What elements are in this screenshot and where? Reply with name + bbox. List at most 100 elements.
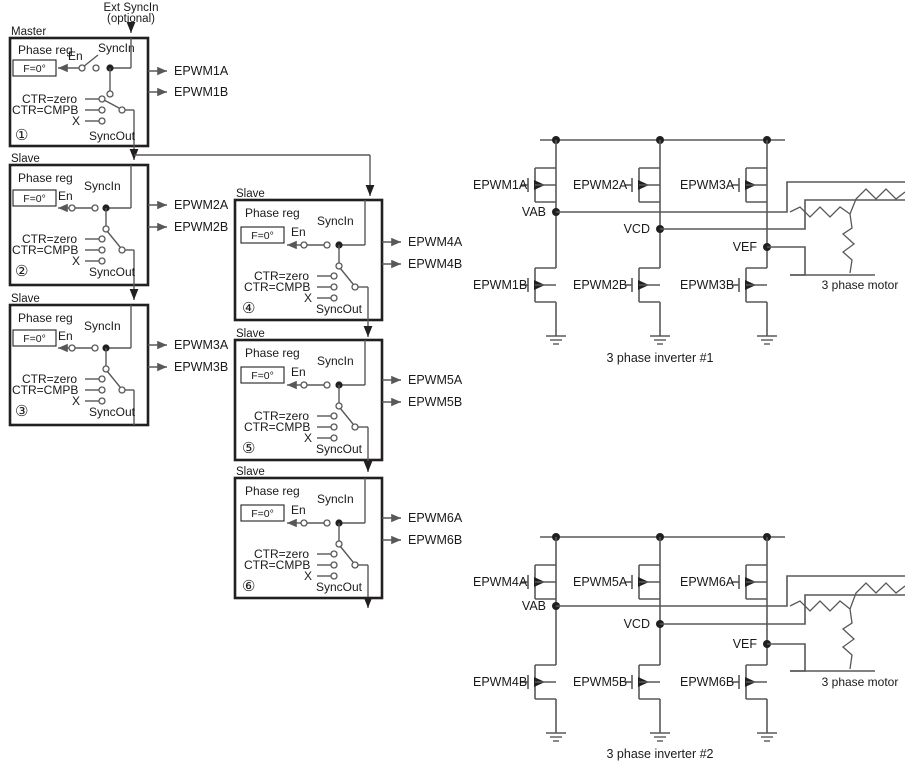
module-5-output-b-label: EPWM5B: [408, 395, 462, 409]
module-5-x-contact: [330, 434, 338, 442]
module-5-ctr-cmpb-contact: [330, 423, 338, 431]
inverter-1-ls-label-a: EPWM1B: [473, 278, 527, 292]
module-6-ctr-cmpb-contact: [330, 561, 338, 569]
module-1-syncout-selector-pole: [118, 106, 126, 114]
inverter-1-ls-label-c: EPWM3B: [680, 278, 734, 292]
diagram-svg: Ext SyncIn (optional) Master Phase reg F…: [8, 2, 905, 761]
inverter-1-node-label-vef: VEF: [733, 240, 758, 254]
module-4-ctr-zero-contact: [330, 272, 338, 280]
module-5-phase-value: F=0°: [251, 370, 274, 382]
inverter-1-ls-label-b: EPWM2B: [573, 278, 627, 292]
module-3-output-a-label: EPWM3A: [174, 338, 229, 352]
module-1-en-switch-pivot: [78, 64, 86, 72]
motor-2-winding-c: [841, 608, 856, 670]
module-5-output-a-label: EPWM5A: [408, 373, 463, 387]
module-6-x-label: X: [304, 569, 312, 583]
module-4-phase-value: F=0°: [251, 230, 274, 242]
module-5-node-drop-contact: [335, 402, 343, 410]
module-1-ctr-cmpb-contact: [98, 106, 106, 114]
module-3-x-contact: [98, 397, 106, 405]
module-3-syncin-label: SyncIn: [84, 319, 121, 333]
module-1-node-drop-contact: [106, 90, 114, 98]
module-3-syncout-selector-pole: [118, 386, 126, 394]
module-4-ctr-cmpb-label: CTR=CMPB: [244, 280, 310, 294]
module-6-ctr-cmpb-label: CTR=CMPB: [244, 558, 310, 572]
inverter-1-phase-c-lead: [767, 246, 806, 276]
inverter-1-node-label-vab: VAB: [522, 205, 546, 219]
module-4-output-b-label: EPWM4B: [408, 257, 462, 271]
inverter-2-motor-label: 3 phase motor: [822, 675, 899, 689]
module-4-syncout-label: SyncOut: [316, 302, 363, 316]
module-6-en-switch-pivot: [300, 519, 308, 527]
module-3-en-label: En: [58, 329, 73, 343]
module-3-node-drop-contact: [102, 365, 110, 373]
module-1-phase-value: F=0°: [23, 63, 46, 75]
inverter-2-hs-label-c: EPWM6A: [680, 575, 735, 589]
module-6-syncin-label: SyncIn: [317, 492, 354, 506]
motor-1-winding-a: [789, 206, 851, 218]
module-5-ctr-cmpb-label: CTR=CMPB: [244, 420, 310, 434]
inverter-1-phase-b-lead: [660, 199, 905, 230]
module-2-ctr-cmpb-contact: [98, 246, 106, 254]
module-5-ctr-zero-contact: [330, 412, 338, 420]
module-3-en-switch-contact: [91, 344, 99, 352]
module-2-role: Slave: [11, 153, 40, 165]
module-2-en-label: En: [58, 189, 73, 203]
module-1-phase-reg-label: Phase reg: [18, 43, 73, 57]
module-3-ctr-zero-contact: [98, 375, 106, 383]
inverter-1-caption: 3 phase inverter #1: [606, 351, 713, 365]
module-6-output-a-label: EPWM6A: [408, 511, 463, 525]
module-5-x-label: X: [304, 431, 312, 445]
module-6-role: Slave: [236, 466, 265, 478]
inverter-2-leg-a: [521, 537, 566, 742]
module-6-phase-value: F=0°: [251, 508, 274, 520]
inverter-2-node-label-vef: VEF: [733, 637, 758, 651]
inverter-2: 3 phase motor EPWM4A EPWM5A EPWM6A EPWM4…: [473, 533, 905, 761]
module-2-syncout-selector-pole: [118, 246, 126, 254]
inverter-2-phase-b-lead: [660, 594, 905, 625]
diagram-canvas: Ext SyncIn (optional) Master Phase reg F…: [0, 0, 905, 764]
inverter-1-leg-b: [625, 140, 670, 345]
inverter-2-phase-c-lead: [767, 643, 806, 672]
module-1-index: ①: [15, 127, 28, 144]
module-6-output-b-label: EPWM6B: [408, 533, 462, 547]
inverter-1-motor-label: 3 phase motor: [822, 278, 899, 292]
module-1-role: Master: [11, 26, 46, 38]
inverter-2-node-label-vcd: VCD: [624, 617, 650, 631]
module-2-ctr-cmpb-label: CTR=CMPB: [12, 243, 78, 257]
module-1-syncin-label: SyncIn: [98, 41, 135, 55]
module-1-en-switch-contact: [92, 64, 100, 72]
module-2-x-contact: [98, 257, 106, 265]
module-1-output-b-label: EPWM1B: [174, 85, 228, 99]
inverter-1-leg-a: [521, 140, 566, 345]
inverter-2-caption: 3 phase inverter #2: [606, 747, 713, 761]
module-6-en-label: En: [291, 503, 306, 517]
module-4-node-drop-contact: [335, 262, 343, 270]
module-6-ctr-zero-contact: [330, 550, 338, 558]
module-5-en-label: En: [291, 365, 306, 379]
module-1-en-label: En: [68, 49, 83, 63]
module-5-phase-reg-label: Phase reg: [245, 346, 300, 360]
module-5-en-switch-contact: [323, 381, 331, 389]
module-4-x-label: X: [304, 291, 312, 305]
module-4-en-label: En: [291, 225, 306, 239]
module-2-index: ②: [15, 263, 28, 280]
module-2-phase-value: F=0°: [23, 193, 46, 205]
module-3-en-switch-pivot: [68, 344, 76, 352]
module-6-x-contact: [330, 572, 338, 580]
module-3-phase-reg-label: Phase reg: [18, 311, 73, 325]
module-2-syncin-label: SyncIn: [84, 179, 121, 193]
module-6-syncout-selector-pole: [351, 561, 359, 569]
module-1-output-a-label: EPWM1A: [174, 64, 229, 78]
module-3-phase-value: F=0°: [23, 333, 46, 345]
module-4-role: Slave: [236, 188, 265, 200]
module-2-node-drop-contact: [102, 225, 110, 233]
motor-2-winding-a: [789, 600, 851, 612]
module-1-ctr-zero-contact: [98, 95, 106, 103]
inverter-2-ls-label-c: EPWM6B: [680, 675, 734, 689]
module-6-node-drop-contact: [335, 540, 343, 548]
module-4-x-contact: [330, 294, 338, 302]
module-1-x-label: X: [72, 114, 80, 128]
inverter-1-hs-label-b: EPWM2A: [573, 178, 628, 192]
module-3-role: Slave: [11, 293, 40, 305]
